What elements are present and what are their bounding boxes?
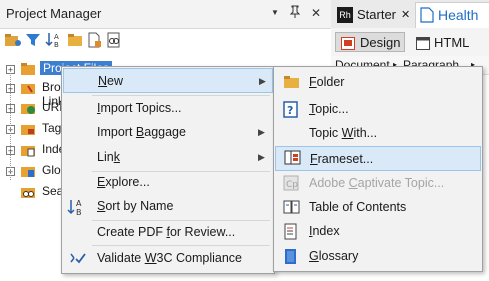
panel-menu-button[interactable]: ▼: [268, 5, 282, 21]
validate-check-icon: [68, 250, 86, 268]
broken-link-folder-icon: [20, 80, 38, 99]
filter-icon[interactable]: [25, 32, 41, 48]
tree-node-search[interactable]: Search: [0, 183, 80, 203]
svg-text:A: A: [76, 199, 82, 208]
svg-text:?: ?: [287, 104, 293, 117]
tab-health[interactable]: Health a: [415, 2, 489, 47]
menu-item-label: Topic With...: [309, 126, 378, 140]
close-tab-button[interactable]: ✕: [401, 3, 410, 27]
close-panel-button[interactable]: ✕: [309, 5, 323, 21]
tag-folder-icon: [20, 121, 38, 140]
sort-az-icon: AB: [67, 198, 85, 217]
svg-text:B: B: [76, 208, 82, 216]
svg-text:B: B: [54, 41, 59, 48]
menu-item-link[interactable]: Link ▶: [63, 145, 273, 170]
folder-icon: [20, 61, 38, 80]
tree-node-tags[interactable]: + Tags: [0, 120, 67, 140]
topic-icon: ?: [283, 101, 301, 119]
svg-text:Cp: Cp: [286, 180, 298, 190]
panel-toolbar: AB: [0, 28, 331, 54]
design-view-button[interactable]: Design: [335, 32, 405, 52]
index-icon: [283, 223, 301, 241]
menu-item-label: Import Topics...: [97, 101, 182, 115]
tree-node-urls[interactable]: + URLs: [0, 99, 72, 119]
submenu-arrow-icon: ▶: [259, 76, 266, 86]
menu-item-sort-by-name[interactable]: AB Sort by Name: [63, 194, 273, 219]
svg-text:A: A: [54, 33, 59, 41]
menu-item-label: Create PDF for Review...: [97, 225, 236, 239]
new-submenu: Folder ? Topic... Topic With... Frameset…: [273, 66, 483, 272]
menu-item-label: Sort by Name: [97, 199, 174, 213]
menu-item-label: Adobe Captivate Topic...: [309, 176, 445, 190]
new-topic-icon[interactable]: [86, 32, 102, 48]
submenu-arrow-icon: ▶: [258, 152, 265, 162]
submenu-item-adobe-captivate-topic[interactable]: Cp Adobe Captivate Topic...: [275, 171, 481, 196]
html-view-button[interactable]: HTML: [411, 32, 481, 52]
menu-item-label: Import Baggage: [97, 125, 186, 139]
design-icon: [341, 36, 355, 56]
folder-gear-icon[interactable]: [4, 32, 21, 48]
menu-item-label: Validate W3C Compliance: [97, 251, 242, 265]
search-binoculars-icon[interactable]: [106, 32, 122, 48]
submenu-item-frameset[interactable]: Frameset...: [275, 146, 481, 171]
submenu-arrow-icon: ▶: [258, 127, 265, 137]
view-mode-bar: Design HTML: [331, 28, 489, 56]
menu-item-label: Link: [97, 150, 120, 164]
menu-item-new[interactable]: New ▶: [63, 68, 273, 93]
menu-item-label: Index: [309, 224, 340, 238]
submenu-item-folder[interactable]: Folder: [275, 70, 481, 95]
tree-guide-line: [10, 70, 11, 180]
panel-title: Project Manager: [6, 6, 102, 21]
tree-node-glossary[interactable]: + Glossary: [0, 162, 89, 182]
menu-item-label: Folder: [309, 75, 345, 89]
submenu-item-topic-with[interactable]: Topic With...: [275, 121, 481, 146]
html-icon: [416, 36, 430, 56]
menu-item-validate-w3c[interactable]: Validate W3C Compliance: [63, 246, 273, 271]
folder-icon: [283, 74, 301, 92]
submenu-item-index[interactable]: Index: [275, 219, 481, 244]
glossary-icon: [283, 248, 301, 266]
panel-header: Project Manager ▼ ✕: [0, 0, 331, 29]
context-menu: New ▶ Import Topics... Import Baggage ▶ …: [61, 66, 275, 274]
menu-item-label: Table of Contents: [309, 200, 407, 214]
glossary-folder-icon: [20, 163, 38, 182]
document-tab-strip: Rh Starter ✕ Health a: [331, 0, 489, 47]
captivate-icon: Cp: [283, 175, 301, 193]
submenu-item-glossary[interactable]: Glossary: [275, 244, 481, 269]
frameset-icon: [284, 150, 302, 168]
submenu-item-table-of-contents[interactable]: Table of Contents: [275, 195, 481, 220]
menu-item-label: Topic...: [309, 102, 349, 116]
menu-item-label: New: [98, 74, 124, 88]
tree-node-index[interactable]: + Index: [0, 141, 71, 161]
toc-icon: [283, 199, 301, 217]
sort-az-icon[interactable]: AB: [45, 32, 61, 49]
search-folder-icon: [20, 184, 38, 203]
folder-icon[interactable]: [67, 32, 83, 48]
index-folder-icon: [20, 142, 38, 161]
submenu-item-topic[interactable]: ? Topic...: [275, 97, 481, 122]
tree-node-broken-links[interactable]: + Broken Links: [0, 79, 80, 108]
menu-item-import-topics[interactable]: Import Topics...: [63, 96, 273, 121]
tab-starter[interactable]: Rh Starter ✕: [335, 3, 411, 27]
view-label: HTML: [434, 35, 470, 50]
menu-item-explore[interactable]: Explore...: [63, 170, 273, 195]
pin-icon[interactable]: [288, 5, 302, 21]
rh-badge: Rh: [337, 7, 353, 23]
menu-item-label: Glossary: [309, 249, 359, 263]
menu-item-import-baggage[interactable]: Import Baggage ▶: [63, 120, 273, 145]
view-label: Design: [360, 35, 401, 50]
menu-item-create-pdf[interactable]: Create PDF for Review...: [63, 220, 273, 245]
menu-item-label: Explore...: [97, 175, 150, 189]
menu-item-label: Frameset...: [310, 152, 374, 166]
globe-folder-icon: [20, 100, 38, 119]
tab-label: Starter: [357, 7, 397, 22]
